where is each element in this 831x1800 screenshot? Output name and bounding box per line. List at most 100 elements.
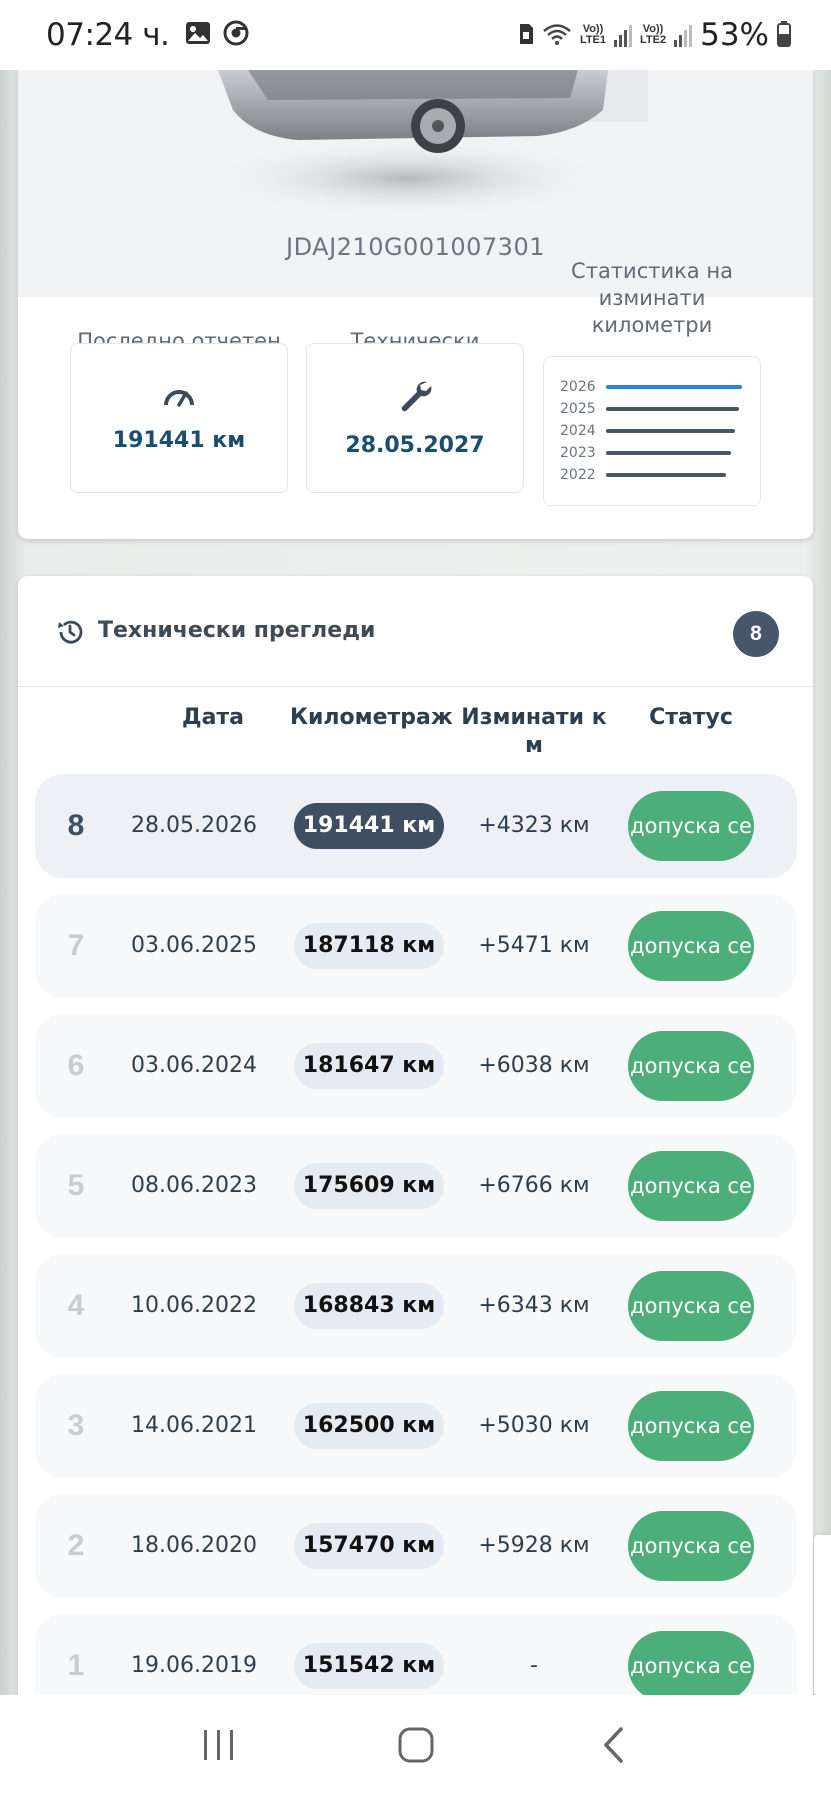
chart-bar-2025 <box>606 407 739 411</box>
inspections-card: Технически прегледи 8 Дата Километраж Из… <box>18 576 813 1706</box>
row-date: 03.06.2025 <box>131 933 257 958</box>
chart-bar-2024 <box>606 429 735 433</box>
row-date: 03.06.2024 <box>131 1053 257 1078</box>
status-time: 07:24 ч. <box>46 17 170 53</box>
row-mileage-pill: 181647 км <box>294 1043 444 1089</box>
row-number: 3 <box>67 1409 85 1442</box>
inspections-title: Технически прегледи <box>98 618 376 643</box>
status-badge: допуска се <box>628 1391 754 1461</box>
chrome-icon <box>223 20 249 51</box>
row-mileage-pill: 191441 км <box>294 803 444 849</box>
row-date: 19.06.2019 <box>131 1653 257 1678</box>
col-header-mileage: Километраж <box>290 705 453 730</box>
car-image <box>18 70 813 227</box>
inspection-row-4[interactable]: 4 10.06.2022 168843 км +6343 км допуска … <box>35 1254 797 1358</box>
status-badge: допуска се <box>628 1151 754 1221</box>
km-chart-label: Статистика на изминати километри <box>571 259 733 337</box>
col-header-status: Статус <box>649 705 733 730</box>
back-button[interactable] <box>583 1718 643 1778</box>
status-badge: допуска се <box>628 1271 754 1341</box>
row-date: 18.06.2020 <box>131 1533 257 1558</box>
chart-bar-2022 <box>606 473 726 477</box>
recent-apps-icon <box>201 1728 237 1767</box>
chart-year-label: 2024 <box>560 423 596 439</box>
mileage-box: 191441 км <box>70 343 288 493</box>
row-traveled: +5030 км <box>478 1413 590 1438</box>
inspection-row-2[interactable]: 2 18.06.2020 157470 км +5928 км допуска … <box>35 1494 797 1598</box>
row-number: 4 <box>67 1289 85 1322</box>
status-badge: допуска се <box>628 1631 754 1701</box>
inspections-count-badge: 8 <box>733 611 779 657</box>
row-number: 2 <box>67 1529 85 1562</box>
inspection-box: 28.05.2027 <box>306 343 524 493</box>
chart-row-2023: 2023 <box>560 444 744 463</box>
status-badge: допуска се <box>628 911 754 981</box>
inspection-row-8[interactable]: 8 28.05.2026 191441 км +4323 км допуска … <box>35 774 797 878</box>
signal-1-icon <box>614 23 633 47</box>
row-traveled: +5471 км <box>478 933 590 958</box>
row-date: 08.06.2023 <box>131 1173 257 1198</box>
row-date: 28.05.2026 <box>131 813 257 838</box>
row-traveled: +6343 км <box>478 1293 590 1318</box>
col-header-traveled: Изминати к м <box>461 705 607 758</box>
status-badge: допуска се <box>628 791 754 861</box>
wrench-icon <box>397 378 433 419</box>
lte1-indicator: Vo)) LTE1 <box>579 23 607 46</box>
row-traveled: +6038 км <box>478 1053 590 1078</box>
row-mileage-pill: 175609 км <box>294 1163 444 1209</box>
row-mileage-pill: 187118 км <box>294 923 444 969</box>
chart-row-2024: 2024 <box>560 422 744 441</box>
chart-year-label: 2023 <box>560 445 596 461</box>
row-number: 1 <box>67 1649 85 1682</box>
vehicle-summary-card: JDAJ210G001007301 Последно отчетен килом… <box>18 70 813 539</box>
row-mileage-pill: 168843 км <box>294 1283 444 1329</box>
row-number: 6 <box>67 1049 85 1082</box>
row-traveled: +4323 км <box>478 813 590 838</box>
row-number: 5 <box>67 1169 85 1202</box>
chart-row-2026: 2026 <box>560 378 744 397</box>
row-mileage-pill: 157470 км <box>294 1523 444 1569</box>
inspection-row-6[interactable]: 6 03.06.2024 181647 км +6038 км допуска … <box>35 1014 797 1118</box>
back-icon <box>601 1726 625 1769</box>
speedometer-icon <box>162 383 196 414</box>
status-badge: допуска се <box>628 1031 754 1101</box>
status-bar: 07:24 ч. Vo)) LTE1 Vo)) LTE2 53% <box>0 0 831 70</box>
mileage-value: 191441 км <box>112 428 246 453</box>
system-nav-bar <box>0 1695 831 1800</box>
row-number: 8 <box>67 809 85 842</box>
col-header-date: Дата <box>181 705 245 730</box>
chart-year-label: 2026 <box>560 379 596 395</box>
row-mileage-pill: 151542 км <box>294 1643 444 1689</box>
gallery-icon <box>185 21 211 50</box>
battery-percent: 53% <box>700 17 769 53</box>
row-mileage-pill: 162500 км <box>294 1403 444 1449</box>
row-traveled: +5928 км <box>478 1533 590 1558</box>
inspection-row-7[interactable]: 7 03.06.2025 187118 км +5471 км допуска … <box>35 894 797 998</box>
chart-bar-2026 <box>606 385 742 389</box>
battery-icon <box>777 20 791 50</box>
km-chart-stat: Статистика на изминати километри <box>543 258 761 339</box>
row-date: 10.06.2022 <box>131 1293 257 1318</box>
chart-row-2025: 2025 <box>560 400 744 419</box>
home-button[interactable] <box>386 1718 446 1778</box>
status-badge: допуска се <box>628 1511 754 1581</box>
km-mini-chart[interactable]: 2026 2025 2024 2023 2022 <box>543 356 761 506</box>
vin-number: JDAJ210G001007301 <box>286 233 545 261</box>
inspection-valid-date: 28.05.2027 <box>345 433 485 458</box>
inspection-row-1[interactable]: 1 19.06.2019 151542 км - допуска се <box>35 1614 797 1706</box>
chart-row-2022: 2022 <box>560 466 744 485</box>
recent-apps-button[interactable] <box>189 1718 249 1778</box>
history-icon <box>56 618 84 651</box>
lte2-indicator: Vo)) LTE2 <box>640 23 667 46</box>
row-traveled: +6766 км <box>478 1173 590 1198</box>
signal-2-icon <box>674 23 693 47</box>
inspection-row-5[interactable]: 5 08.06.2023 175609 км +6766 км допуска … <box>35 1134 797 1238</box>
row-traveled: - <box>530 1653 538 1678</box>
chart-year-label: 2025 <box>560 401 596 417</box>
inspections-header: Технически прегледи 8 <box>18 576 813 687</box>
inspection-row-3[interactable]: 3 14.06.2021 162500 км +5030 км допуска … <box>35 1374 797 1478</box>
home-icon <box>397 1726 435 1769</box>
sim-icon <box>518 23 534 48</box>
chart-year-label: 2022 <box>560 467 596 483</box>
side-scroll-handle[interactable] <box>814 1535 831 1695</box>
